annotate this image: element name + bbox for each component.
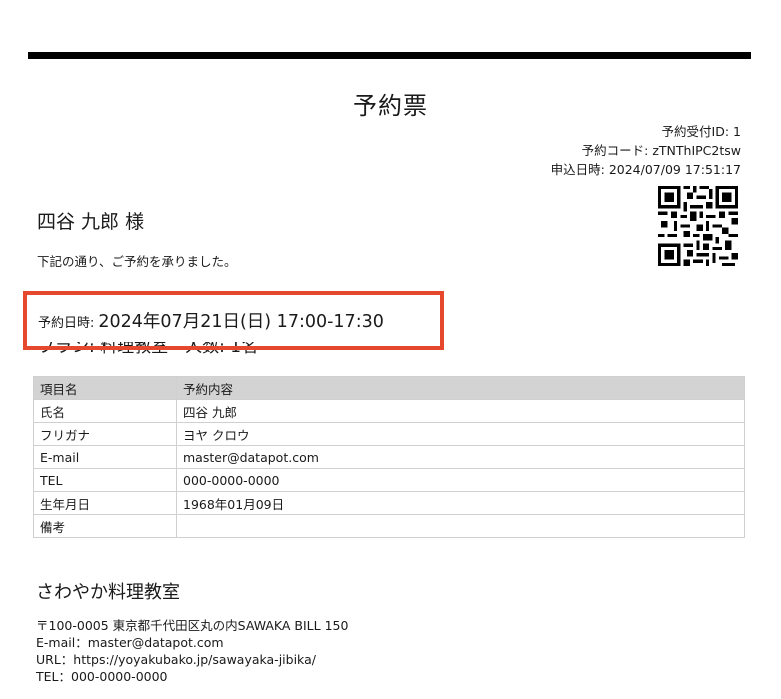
document-title: 予約票 [353, 92, 428, 120]
qr-code-icon [658, 186, 738, 266]
shop-address: 〒100-0005 東京都千代田区丸の内SAWAKA BILL 150 [36, 618, 349, 633]
plan-text: プラン: 料理教室 人数: 1名 [38, 342, 259, 357]
reservation-datetime: 予約日時: 2024年07月21日(日) 17:00-17:30 [38, 308, 384, 333]
top-rule [28, 52, 751, 59]
row-label: 氏名 [33, 399, 177, 423]
shop-info: 〒100-0005 東京都千代田区丸の内SAWAKA BILL 150 E-ma… [36, 617, 348, 685]
row-label: フリガナ [33, 422, 177, 446]
shop-email: E-mail：master@datapot.com [36, 635, 224, 650]
reservation-meta: 予約受付ID: 1 予約コード: zTNThIPC2tsw 申込日時: 2024… [551, 122, 741, 179]
reservation-table: 項目名 予約内容 氏名 四谷 九郎 フリガナ ヨヤ クロウ E-mail mas… [33, 376, 745, 538]
table-header-row: 項目名 予約内容 [33, 376, 745, 400]
datetime-value: 2024年07月21日(日) 17:00-17:30 [98, 312, 384, 332]
datetime-label: 予約日時: [38, 316, 95, 331]
shop-url: URL：https://yoyakubako.jp/sawayaka-jibik… [36, 652, 316, 667]
applied-datetime: 申込日時: 2024/07/09 17:51:17 [550, 162, 741, 177]
customer-name: 四谷 九郎 様 [37, 211, 145, 233]
reservation-code: 予約コード: zTNThIPC2tsw [581, 143, 741, 158]
reception-id: 予約受付ID: 1 [661, 124, 741, 139]
row-label: E-mail [33, 445, 177, 469]
table-row: 氏名 四谷 九郎 [33, 399, 745, 423]
row-value: 四谷 九郎 [176, 399, 745, 423]
row-value: master@datapot.com [176, 445, 745, 469]
table-row: TEL 000-0000-0000 [33, 468, 745, 492]
row-value: ヨヤ クロウ [176, 422, 745, 446]
shop-tel: TEL：000-0000-0000 [36, 669, 168, 684]
table-row: 備考 [33, 514, 745, 538]
table-row: E-mail master@datapot.com [33, 445, 745, 469]
table-row: 生年月日 1968年01月09日 [33, 491, 745, 515]
table-row: フリガナ ヨヤ クロウ [33, 422, 745, 446]
header-item-name: 項目名 [33, 376, 177, 400]
row-label: 備考 [33, 514, 177, 538]
row-value: 1968年01月09日 [176, 491, 745, 515]
row-value: 000-0000-0000 [176, 468, 745, 492]
shop-name: さわやか料理教室 [36, 582, 180, 603]
greeting-text: 下記の通り、ご予約を承りました。 [37, 254, 237, 269]
row-label: 生年月日 [33, 491, 177, 515]
row-label: TEL [33, 468, 177, 492]
header-item-content: 予約内容 [176, 376, 745, 400]
row-value [176, 514, 745, 538]
plan-line: プラン: 料理教室 人数: 1名 [38, 342, 258, 357]
